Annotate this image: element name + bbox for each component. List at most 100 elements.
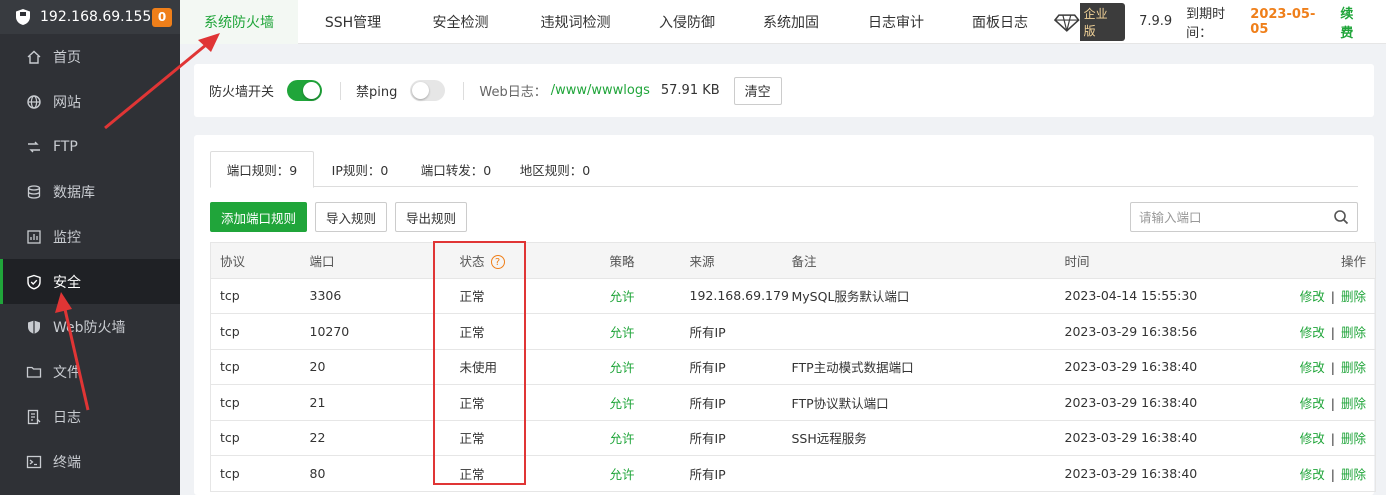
rule-type-tabs: 端口规则：9 IP规则：0 端口转发：0 地区规则：0 [210,151,1358,188]
edit-link[interactable]: 修改 [1300,289,1325,304]
edit-link[interactable]: 修改 [1300,396,1325,411]
tab-security-check[interactable]: 安全检测 [408,0,513,44]
cell-time: 2023-03-29 16:38:40 [1064,349,1255,385]
table-row: tcp 10270 正常 允许 所有IP 2023-03-29 16:38:56… [210,313,1376,350]
delete-link[interactable]: 删除 [1341,396,1366,411]
version-number: 7.9.9 [1139,14,1173,29]
weblog-path-link[interactable]: /www/wwwlogs [551,83,650,98]
help-icon[interactable]: ? [490,255,505,270]
sidebar-item-web-firewall[interactable]: Web防火墙 [0,304,180,349]
sidebar-item-label: Web防火墙 [53,319,126,336]
shield-check-icon [27,274,41,290]
sidebar-item-terminal[interactable]: 终端 [0,439,180,484]
sidebar-item-label: 网站 [53,94,81,111]
tab-ip-rules[interactable]: IP规则：0 [314,151,406,187]
edit-link[interactable]: 修改 [1300,431,1325,446]
sidebar-item-home[interactable]: 首页 [0,34,180,79]
tab-intrusion-defense[interactable]: 入侵防御 [638,0,736,44]
cell-status: 正常 [459,455,610,492]
cell-time: 2023-03-29 16:38:56 [1064,313,1255,350]
firewall-switch-label: 防火墙开关 [209,85,275,100]
tab-log-audit[interactable]: 日志审计 [846,0,946,44]
cell-status: 正常 [459,313,610,350]
cell-protocol: tcp [210,420,310,456]
sidebar-item-security[interactable]: 安全 [0,259,180,304]
sidebar-item-label: 终端 [53,454,81,471]
divider [463,81,465,100]
cell-port: 10270 [309,313,460,350]
sidebar-item-label: FTP [53,138,78,155]
cell-status: 正常 [459,278,610,314]
cell-time: 2023-03-29 16:38:40 [1064,384,1255,421]
port-search-input[interactable] [1139,209,1325,225]
ping-switch[interactable] [410,80,446,101]
cell-protocol: tcp [210,455,310,492]
tab-region-rules[interactable]: 地区规则：0 [506,151,604,187]
clear-log-button[interactable]: 清空 [733,76,782,105]
license-info: 企业版 7.9.9 到期时间： 2023-05-05 续费 [1054,2,1386,41]
tab-port-rules[interactable]: 端口规则：9 [210,151,314,188]
delete-link[interactable]: 删除 [1341,467,1366,482]
table-row: tcp 20 未使用 允许 所有IP FTP主动模式数据端口 2023-03-2… [210,349,1376,385]
cell-time: 2023-03-29 16:38:40 [1064,420,1255,456]
add-port-rule-button[interactable]: 添加端口规则 [210,202,308,232]
delete-link[interactable]: 删除 [1341,289,1366,304]
renew-link[interactable]: 续费 [1340,3,1366,41]
export-rules-button[interactable]: 导出规则 [395,202,468,232]
op-separator: | [1330,324,1335,340]
terminal-icon [26,455,42,468]
weblog-size: 57.91 KB [660,83,720,98]
sidebar: 192.168.69.155 0 首页 网站 FTP 数据库 监控 安全 Web… [0,0,180,495]
cell-protocol: tcp [210,349,310,385]
delete-link[interactable]: 删除 [1341,431,1366,446]
cell-remark [791,313,1065,350]
search-icon[interactable] [1333,209,1349,225]
cell-actions: 修改 | 删除 [1254,349,1376,385]
tab-panel-logs[interactable]: 面板日志 [946,0,1054,44]
divider [340,81,342,100]
tab-system-firewall[interactable]: 系统防火墙 [180,0,298,44]
cell-policy: 允许 [609,420,690,456]
enterprise-badge: 企业版 [1054,2,1126,41]
port-rules-table: 协议 端口 状态? 策略 来源 备注 时间 操作 tcp 3306 正常 允许 … [210,242,1376,492]
database-icon [27,184,41,199]
cell-status: 正常 [459,384,610,421]
col-source: 来源 [689,242,792,279]
cell-port: 20 [309,349,460,385]
sidebar-item-label: 监控 [53,229,81,246]
notification-badge[interactable]: 0 [152,7,172,27]
port-search-box [1130,202,1358,232]
cell-source: 所有IP [689,313,792,350]
cell-status: 未使用 [459,349,610,385]
firewall-settings-panel: 防火墙开关 禁ping Web日志： /www/wwwlogs 57.91 KB… [194,64,1374,117]
op-separator: | [1330,466,1335,482]
sidebar-item-database[interactable]: 数据库 [0,169,180,214]
edit-link[interactable]: 修改 [1300,325,1325,340]
tab-port-forward[interactable]: 端口转发：0 [406,151,506,187]
edit-link[interactable]: 修改 [1300,467,1325,482]
sidebar-item-website[interactable]: 网站 [0,79,180,124]
delete-link[interactable]: 删除 [1341,360,1366,375]
edit-link[interactable]: 修改 [1300,360,1325,375]
tab-system-hardening[interactable]: 系统加固 [736,0,846,44]
sidebar-item-files[interactable]: 文件 [0,349,180,394]
firewall-switch[interactable] [287,80,323,101]
cell-source: 所有IP [689,420,792,456]
sidebar-item-logs[interactable]: 日志 [0,394,180,439]
sidebar-item-monitor[interactable]: 监控 [0,214,180,259]
cell-source: 所有IP [689,455,792,492]
table-row: tcp 22 正常 允许 所有IP SSH远程服务 2023-03-29 16:… [210,420,1376,456]
tab-ssh-management[interactable]: SSH管理 [298,0,408,44]
ping-switch-label: 禁ping [356,85,398,100]
server-shield-icon [16,9,30,25]
col-status-label: 状态 [459,253,485,269]
delete-link[interactable]: 删除 [1341,325,1366,340]
server-header[interactable]: 192.168.69.155 0 [0,0,180,34]
tab-violation-words[interactable]: 违规词检测 [513,0,638,44]
import-rules-button[interactable]: 导入规则 [315,202,388,232]
security-tabs: 系统防火墙 SSH管理 安全检测 违规词检测 入侵防御 系统加固 日志审计 面板… [180,0,1054,44]
sidebar-item-ftp[interactable]: FTP [0,124,180,169]
cell-port: 3306 [309,278,460,314]
folder-icon [26,366,42,378]
top-tab-bar: 系统防火墙 SSH管理 安全检测 违规词检测 入侵防御 系统加固 日志审计 面板… [180,0,1386,44]
